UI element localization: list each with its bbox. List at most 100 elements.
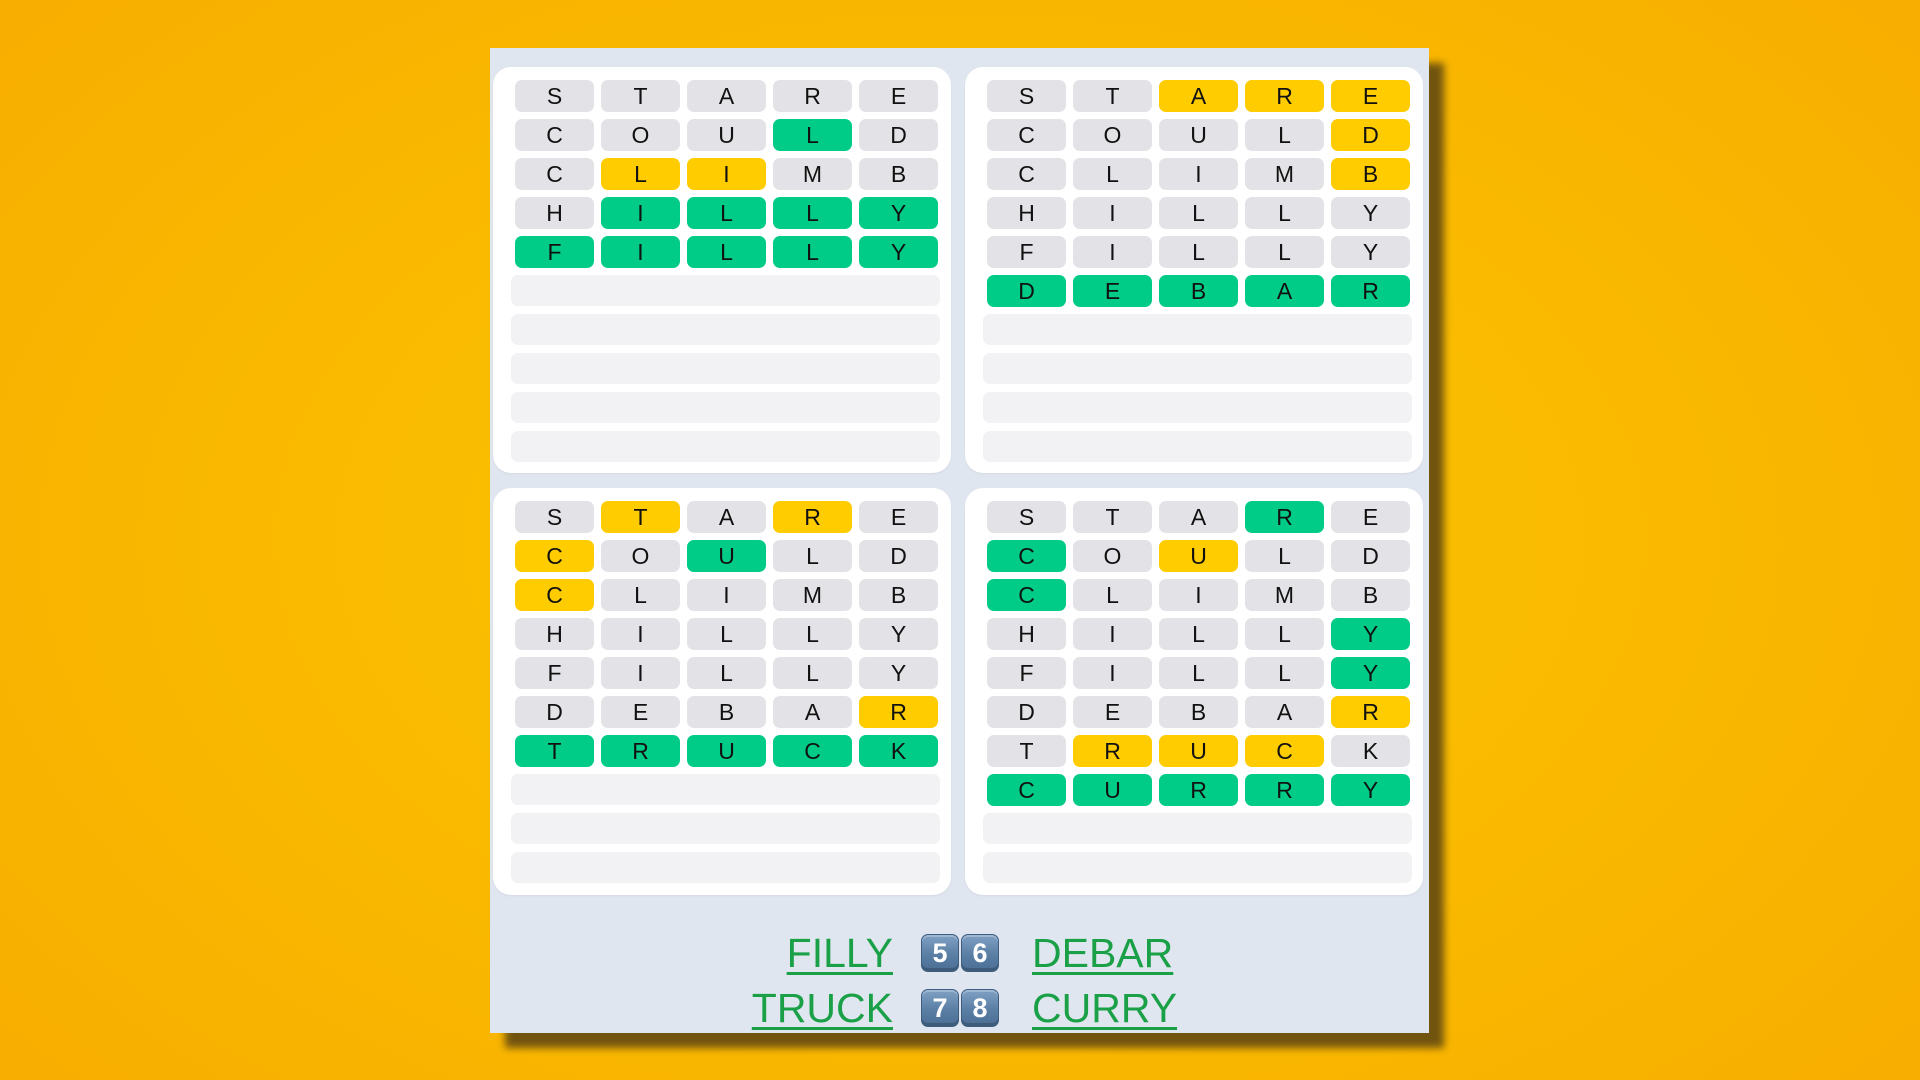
letter-tile-absent: S [987,501,1066,533]
letter-tile-absent: L [773,657,852,689]
letter-tile-absent: U [1159,119,1238,151]
letter-tile-absent: I [1159,579,1238,611]
letter-tile-absent: F [987,657,1066,689]
guess-row: FILLY [987,236,1412,268]
guess-row: DEBAR [987,696,1412,728]
answer-link-curry[interactable]: CURRY [1032,983,1177,1033]
board-rows: STARECOULDCLIMBHILLYFILLYDEBARTRUCKCURRY [983,501,1412,891]
letter-tile-absent: H [515,618,594,650]
letter-tile-absent: T [987,735,1066,767]
empty-guess-row [983,431,1412,462]
empty-guess-row [983,314,1412,345]
letter-tile-absent: D [859,540,938,572]
letter-tile-absent: O [1073,540,1152,572]
letter-tile-present: R [1245,80,1324,112]
guess-row: CLIMB [515,579,940,611]
answer-line-1: FILLY 5 6 DEBAR [490,928,1429,978]
empty-guess-row [983,392,1412,423]
letter-tile-present: L [601,158,680,190]
letter-tile-correct: C [773,735,852,767]
letter-tile-absent: B [859,158,938,190]
letter-tile-absent: C [515,119,594,151]
letter-tile-absent: O [601,119,680,151]
letter-tile-absent: M [773,158,852,190]
letter-tile-absent: L [1245,657,1324,689]
letter-tile-absent: E [601,696,680,728]
letter-tile-correct: B [1159,275,1238,307]
guess-row: DEBAR [987,275,1412,307]
letter-tile-correct: I [601,236,680,268]
letter-tile-absent: T [1073,501,1152,533]
answer-link-debar[interactable]: DEBAR [1032,928,1173,978]
guess-row: COULD [987,540,1412,572]
empty-guess-row [511,852,940,883]
letter-tile-present: D [1331,119,1410,151]
letter-tile-correct: L [773,119,852,151]
letter-tile-present: R [773,501,852,533]
letter-tile-absent: L [773,618,852,650]
letter-tile-absent: L [601,579,680,611]
letter-tile-absent: D [515,696,594,728]
letter-tile-present: C [515,579,594,611]
letter-tile-absent: T [601,80,680,112]
letter-tile-absent: H [987,618,1066,650]
letter-tile-absent: Y [1331,197,1410,229]
letter-tile-absent: H [515,197,594,229]
letter-tile-correct: L [687,236,766,268]
letter-tile-correct: R [1331,275,1410,307]
letter-tile-absent: I [1073,236,1152,268]
letter-tile-absent: L [687,618,766,650]
guess-row: COULD [987,119,1412,151]
letter-tile-correct: R [1245,501,1324,533]
letter-tile-absent: I [601,618,680,650]
guess-row: COULD [515,540,940,572]
letter-tile-absent: L [1159,236,1238,268]
letter-tile-absent: E [1073,696,1152,728]
letter-tile-absent: L [1073,158,1152,190]
letter-tile-absent: A [687,80,766,112]
letter-tile-absent: S [987,80,1066,112]
letter-tile-absent: B [1331,579,1410,611]
keycap-digit-icon: 5 [921,934,959,972]
letter-tile-absent: L [1159,197,1238,229]
letter-tile-absent: M [773,579,852,611]
letter-tile-correct: D [987,275,1066,307]
letter-tile-absent: L [773,540,852,572]
letter-tile-correct: L [687,197,766,229]
results-panel: STARECOULDCLIMBHILLYFILLY STARECOULDCLIM… [490,48,1429,1033]
letter-tile-absent: C [987,158,1066,190]
letter-tile-absent: H [987,197,1066,229]
letter-tile-absent: L [687,657,766,689]
letter-tile-absent: O [601,540,680,572]
letter-tile-absent: A [773,696,852,728]
answer-link-truck[interactable]: TRUCK [752,983,893,1033]
letter-tile-correct: L [773,236,852,268]
letter-tile-absent: A [1245,696,1324,728]
letter-tile-correct: R [601,735,680,767]
guess-row: DEBAR [515,696,940,728]
letter-tile-correct: E [1073,275,1152,307]
answer-link-filly[interactable]: FILLY [787,928,893,978]
letter-tile-correct: C [987,540,1066,572]
empty-guess-row [983,852,1412,883]
letter-tile-absent: M [1245,579,1324,611]
letter-tile-absent: D [859,119,938,151]
letter-tile-absent: C [515,158,594,190]
letter-tile-absent: Y [859,657,938,689]
letter-tile-correct: Y [859,197,938,229]
guess-row: CLIMB [515,158,940,190]
board-rows: STARECOULDCLIMBHILLYFILLY [511,80,940,470]
letter-tile-absent: K [1331,735,1410,767]
letter-tile-absent: O [1073,119,1152,151]
letter-tile-present: U [1159,540,1238,572]
letter-tile-correct: R [1245,774,1324,806]
empty-guess-row [983,353,1412,384]
letter-tile-present: R [1331,696,1410,728]
board-rows: STARECOULDCLIMBHILLYFILLYDEBAR [983,80,1412,470]
letter-tile-present: U [1159,735,1238,767]
letter-tile-present: B [1331,158,1410,190]
letter-tile-absent: F [987,236,1066,268]
letter-tile-absent: L [1159,618,1238,650]
letter-tile-absent: B [1159,696,1238,728]
letter-tile-absent: Y [1331,236,1410,268]
